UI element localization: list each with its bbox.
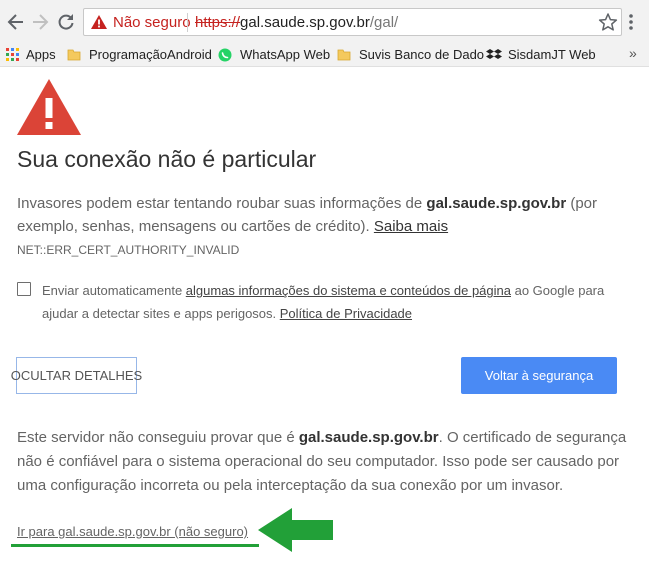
system-info-link[interactable]: algumas informações do sistema e conteúd… (186, 283, 511, 298)
report-checkbox[interactable] (17, 282, 31, 296)
back-arrow-icon (7, 14, 23, 30)
bookmark-label: ProgramaçãoAndroid (89, 47, 212, 62)
page-title: Sua conexão não é particular (17, 146, 317, 172)
reload-icon (58, 14, 74, 30)
url-scheme: https:// (195, 14, 241, 31)
report-text-start: Enviar automaticamente (42, 283, 186, 298)
bookmark-star-icon[interactable] (598, 12, 618, 32)
details-paragraph: Este servidor não conseguiu provar que é… (17, 426, 627, 498)
hide-details-button[interactable]: OCULTAR DETALHES (11, 357, 142, 394)
bookmark-label: Apps (26, 47, 56, 62)
annotation-arrow-icon (258, 508, 333, 552)
omnibox-divider (187, 13, 188, 32)
bookmark-label: WhatsApp Web (240, 47, 331, 62)
folder-icon (337, 49, 351, 61)
details-text: Este servidor não conseguiu provar que é (17, 429, 299, 446)
report-text: Enviar automaticamente algumas informaçõ… (42, 279, 627, 325)
more-bookmarks-chevron-icon[interactable]: » (629, 45, 637, 61)
bookmark-label: Suvis Banco de Dado (359, 47, 485, 62)
url-text[interactable]: https://gal.saude.sp.gov.br/gal/ (195, 14, 398, 31)
privacy-policy-link[interactable]: Política de Privacidade (280, 306, 412, 321)
bookmarks-bar: Apps ProgramaçãoAndroid WhatsApp Web Suv… (0, 44, 649, 67)
back-button[interactable] (6, 11, 26, 33)
intro-paragraph: Invasores podem estar tentando roubar su… (17, 192, 622, 238)
annotation-underline (11, 544, 259, 547)
folder-icon (67, 49, 81, 61)
error-code: NET::ERR_CERT_AUTHORITY_INVALID (17, 243, 240, 257)
back-to-safety-button[interactable]: Voltar à segurança (461, 357, 617, 394)
intro-text: Invasores podem estar tentando roubar su… (17, 195, 427, 212)
dropbox-icon (486, 49, 502, 59)
url-host: gal.saude.sp.gov.br (240, 14, 370, 31)
proceed-unsafe-link[interactable]: Ir para gal.saude.sp.gov.br (não seguro) (17, 524, 248, 539)
details-host: gal.saude.sp.gov.br (298, 429, 439, 446)
bookmark-label: SisdamJT Web (508, 47, 596, 62)
apps-grid-icon (6, 48, 19, 61)
menu-kebab-icon[interactable] (628, 13, 634, 31)
whatsapp-icon (218, 48, 232, 62)
forward-arrow-icon (33, 14, 49, 30)
security-status-label[interactable]: Não seguro (113, 14, 191, 31)
forward-button[interactable] (30, 11, 50, 33)
reload-button[interactable] (56, 11, 76, 33)
address-bar[interactable]: Não seguro https://gal.saude.sp.gov.br/g… (83, 8, 622, 36)
url-path: /gal/ (369, 14, 399, 31)
learn-more-link[interactable]: Saiba mais (374, 218, 448, 235)
intro-host: gal.saude.sp.gov.br (426, 195, 567, 212)
large-warning-icon (17, 79, 81, 135)
warning-triangle-icon (91, 15, 107, 29)
browser-toolbar: Não seguro https://gal.saude.sp.gov.br/g… (0, 0, 649, 45)
